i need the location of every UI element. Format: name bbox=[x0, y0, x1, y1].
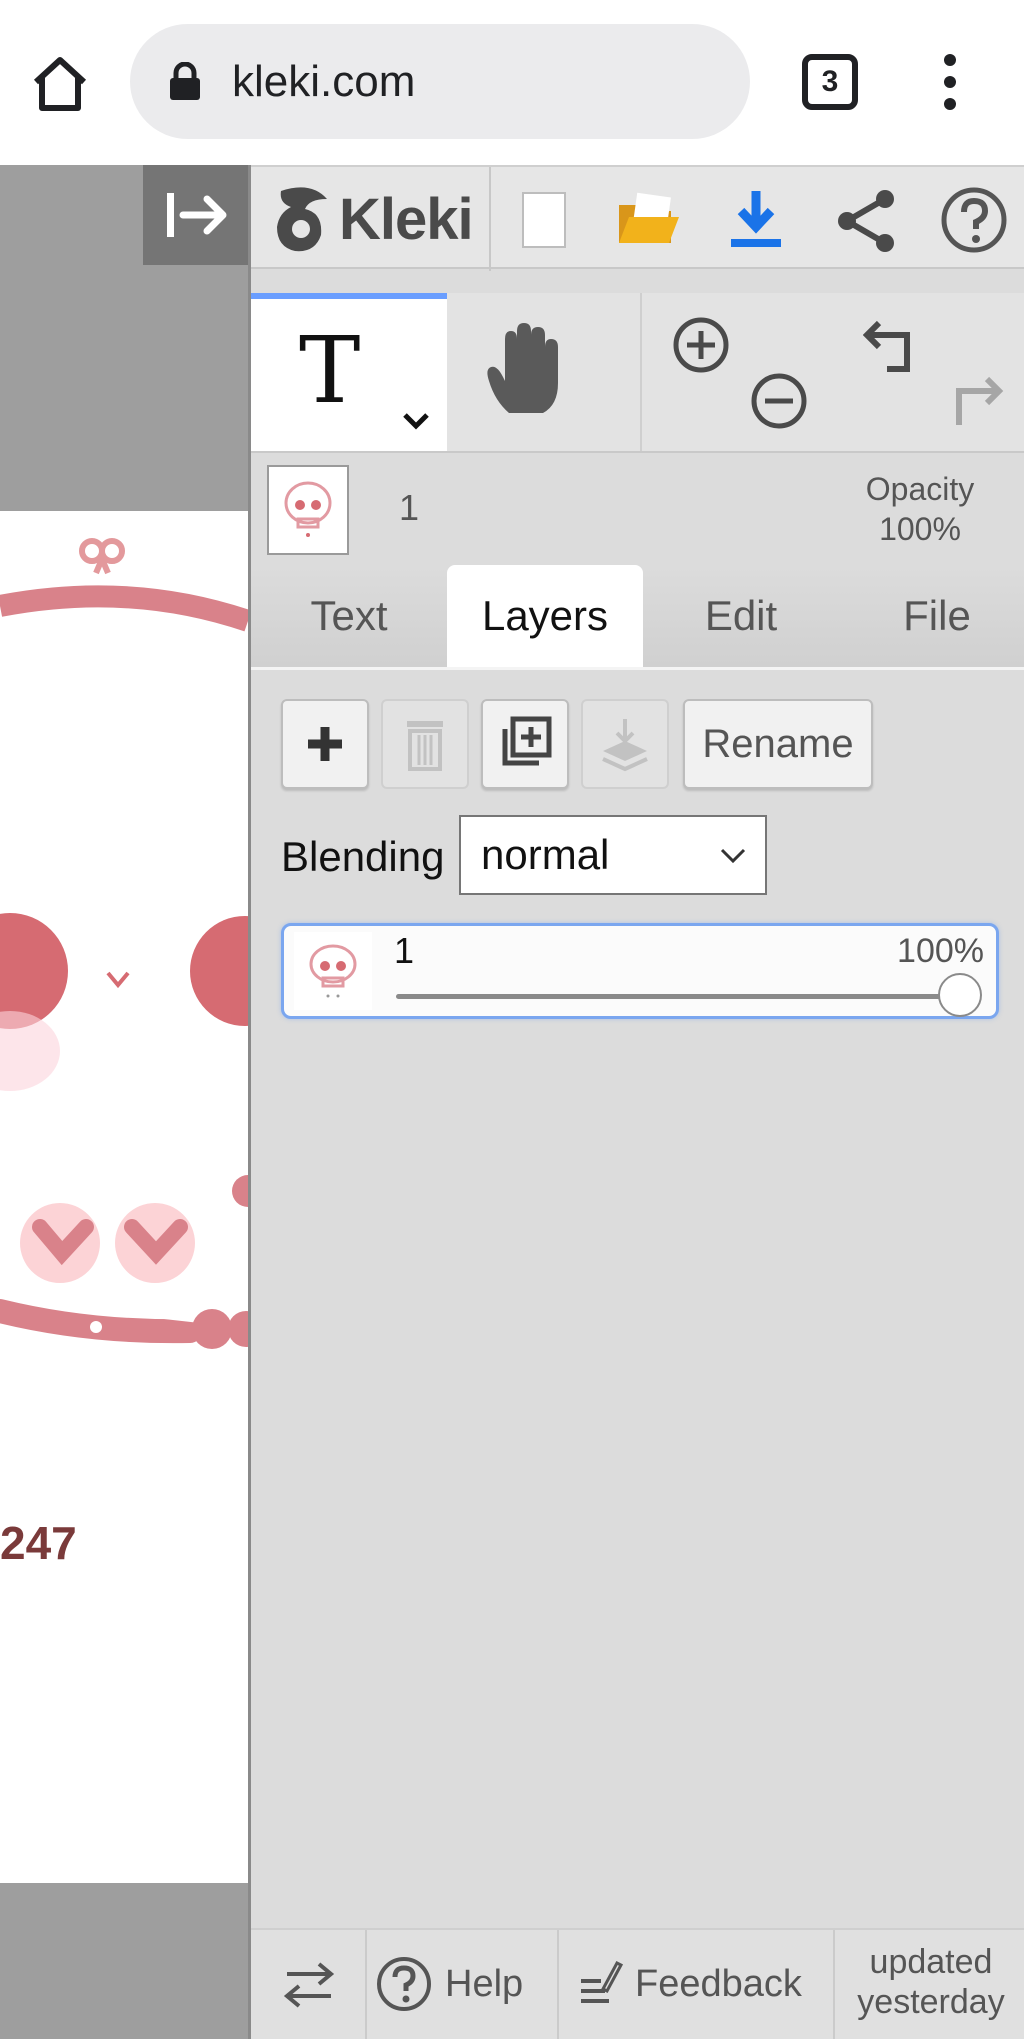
chevron-down-icon bbox=[720, 848, 746, 864]
text-tool-button[interactable]: T bbox=[251, 293, 447, 451]
help-icon[interactable] bbox=[939, 185, 1009, 255]
feedback-label: Feedback bbox=[635, 1962, 802, 2005]
tool-panel: Kleki T 1 Opacity 100% Text Layers Edit … bbox=[248, 165, 1024, 2039]
help-circle-icon bbox=[377, 1957, 431, 2011]
trash-icon bbox=[407, 721, 443, 771]
hand-icon bbox=[487, 323, 558, 413]
zoom-in-icon[interactable] bbox=[671, 315, 731, 380]
plus-icon bbox=[308, 727, 342, 761]
panel-footer: Help Feedback updated yesterday bbox=[251, 1928, 1024, 2039]
kleki-logo-icon bbox=[277, 187, 327, 252]
layer-thumbnail bbox=[294, 932, 372, 1010]
share-icon[interactable] bbox=[831, 185, 901, 255]
panel-header: Kleki bbox=[251, 165, 1024, 271]
delete-layer-button[interactable] bbox=[381, 699, 469, 789]
update-status-line2: yesterday bbox=[857, 1983, 1005, 2021]
footer-divider bbox=[365, 1930, 367, 2039]
update-status: updated yesterday bbox=[835, 1942, 1024, 2022]
layer-opacity-slider[interactable] bbox=[396, 994, 962, 999]
skull-thumbnail-icon bbox=[309, 944, 357, 998]
browser-toolbar: kleki.com 3 bbox=[0, 0, 1024, 165]
help-label: Help bbox=[445, 1962, 524, 2005]
duplicate-icon bbox=[502, 716, 552, 766]
opacity-readout: Opacity 100% bbox=[840, 469, 1000, 549]
tab-file[interactable]: File bbox=[839, 565, 1024, 667]
duplicate-layer-button[interactable] bbox=[481, 699, 569, 789]
canvas-drawing bbox=[0, 538, 248, 1349]
layer-opacity-slider-handle[interactable] bbox=[938, 973, 982, 1017]
swap-side-icon[interactable] bbox=[281, 1960, 337, 2010]
panel-tabs: Text Layers Edit File bbox=[251, 565, 1024, 670]
text-tool-icon: T bbox=[299, 317, 361, 424]
address-bar[interactable]: kleki.com bbox=[130, 24, 750, 139]
header-divider bbox=[489, 167, 491, 271]
update-status-line1: updated bbox=[869, 1943, 993, 1981]
chevron-down-icon[interactable] bbox=[401, 411, 431, 431]
open-folder-icon[interactable] bbox=[613, 185, 683, 255]
undo-icon[interactable] bbox=[862, 315, 927, 384]
blending-mode-value: normal bbox=[481, 831, 610, 878]
merge-down-icon bbox=[602, 719, 648, 772]
blending-label: Blending bbox=[281, 833, 445, 880]
add-layer-button[interactable] bbox=[281, 699, 369, 789]
feedback-pen-icon bbox=[581, 1961, 623, 2003]
opacity-label: Opacity bbox=[865, 471, 975, 507]
new-image-icon[interactable] bbox=[509, 185, 579, 255]
opacity-value: 100% bbox=[879, 511, 961, 547]
logo-text: Kleki bbox=[339, 186, 474, 252]
footer-divider bbox=[557, 1930, 559, 2039]
url-text: kleki.com bbox=[232, 57, 416, 106]
tab-switcher-button[interactable]: 3 bbox=[802, 54, 858, 110]
drawing-canvas-area[interactable]: 247 bbox=[0, 165, 248, 2039]
tool-row: T bbox=[251, 293, 1024, 453]
canvas-number-text: 247 bbox=[0, 1517, 77, 1569]
skull-thumbnail-icon bbox=[284, 481, 332, 537]
kleki-logo[interactable]: Kleki bbox=[271, 177, 474, 261]
active-layer-thumbnail[interactable] bbox=[267, 465, 349, 555]
active-layer-name: 1 bbox=[399, 487, 420, 528]
canvas-sheet[interactable]: 247 bbox=[0, 511, 248, 1883]
blending-mode-select[interactable]: normal bbox=[459, 815, 767, 895]
tab-text[interactable]: Text bbox=[251, 565, 447, 667]
merge-layer-button[interactable] bbox=[581, 699, 669, 789]
layer-name: 1 bbox=[394, 930, 415, 971]
zoom-out-icon[interactable] bbox=[749, 371, 809, 436]
tab-edit[interactable]: Edit bbox=[643, 565, 839, 667]
lock-icon bbox=[168, 61, 202, 102]
download-icon[interactable] bbox=[721, 185, 791, 255]
more-menu-icon[interactable] bbox=[930, 50, 970, 114]
rename-layer-button[interactable]: Rename bbox=[683, 699, 873, 789]
home-icon[interactable] bbox=[28, 52, 92, 116]
help-button[interactable]: Help bbox=[375, 1954, 523, 2014]
feedback-button[interactable]: Feedback bbox=[577, 1954, 802, 2014]
layer-opacity-text: 100% bbox=[897, 932, 984, 970]
redo-icon[interactable] bbox=[941, 371, 1005, 440]
layer-list-item[interactable]: 1 100% bbox=[281, 923, 999, 1019]
tab-layers[interactable]: Layers bbox=[447, 565, 643, 667]
hand-tool-button[interactable] bbox=[481, 321, 571, 421]
collapse-panel-button[interactable] bbox=[143, 165, 248, 265]
tool-divider bbox=[640, 293, 642, 451]
